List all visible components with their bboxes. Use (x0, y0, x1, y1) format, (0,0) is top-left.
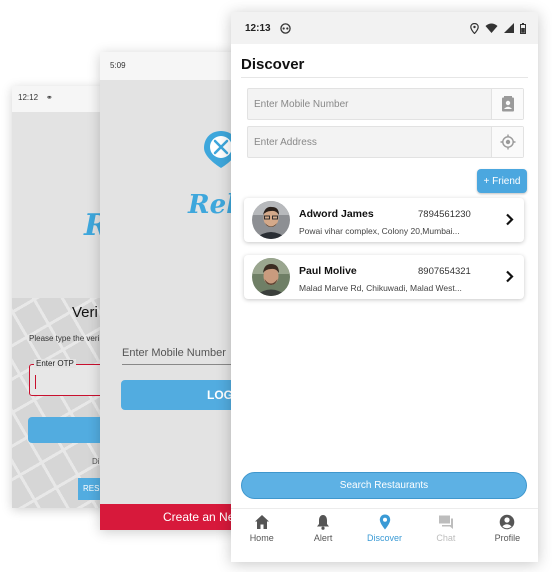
app-status-icon: ⚭ (46, 93, 53, 102)
verify-subtitle: Please type the veri (29, 334, 100, 343)
contact-address: Malad Marve Rd, Chikuwadi, Malad West... (299, 283, 462, 293)
mobile-number-input[interactable] (248, 89, 484, 119)
contact-name: Paul Molive (299, 265, 357, 277)
status-time: 12:12 (18, 93, 39, 102)
wifi-icon (485, 23, 498, 33)
add-friend-button[interactable]: + Friend (477, 169, 527, 193)
nav-item-alert[interactable]: Alert (292, 509, 353, 552)
chat-icon (438, 515, 453, 529)
profile-icon (500, 514, 515, 530)
status-bar: 12:13 (231, 12, 538, 44)
text-caret (35, 375, 36, 389)
status-bar: 5:09 (100, 52, 240, 80)
avatar (252, 258, 290, 296)
gps-target-icon (500, 134, 515, 150)
contact-book-icon (501, 96, 514, 112)
divider (241, 77, 528, 78)
avatar (252, 201, 290, 239)
contact-card[interactable]: Paul Molive 8907654321 Malad Marve Rd, C… (244, 255, 524, 299)
search-restaurants-button[interactable]: Search Restaurants (241, 472, 527, 499)
locate-me-button[interactable] (491, 127, 523, 157)
mobile-number-input[interactable]: Enter Mobile Number (122, 347, 240, 365)
nav-label: Home (249, 533, 274, 543)
chevron-right-icon[interactable] (505, 270, 514, 283)
app-showcase: 12:12 ⚭ Re Veri Please type the veri Ent… (0, 0, 552, 572)
chevron-right-icon[interactable] (505, 213, 514, 226)
contact-phone: 8907654321 (418, 266, 471, 277)
app-logo: Rel (188, 190, 237, 220)
resend-prompt: Di (92, 457, 100, 466)
location-status-icon (470, 22, 479, 34)
contact-card[interactable]: Adword James 7894561230 Powai vihar comp… (244, 198, 524, 242)
mobile-number-field[interactable] (247, 88, 524, 120)
nav-label: Alert (313, 533, 333, 543)
nav-label: Chat (436, 533, 456, 543)
battery-icon (520, 22, 526, 34)
discover-screen: 12:13 Discover Enter Mobile Number Enter… (231, 12, 538, 562)
page-title: Discover (241, 56, 305, 73)
verify-title: Veri (72, 304, 98, 321)
app-status-icon (279, 22, 291, 34)
home-icon (254, 515, 269, 529)
contact-phone: 7894561230 (418, 209, 471, 220)
otp-label: Enter OTP (34, 359, 76, 368)
nav-label: Discover (367, 533, 403, 543)
status-time: 12:13 (245, 22, 271, 34)
contact-address: Powai vihar complex, Colony 20,Mumbai... (299, 226, 460, 236)
status-time: 5:09 (110, 61, 126, 70)
bottom-navigation: Home Alert Discover Chat Profile (231, 508, 538, 552)
bell-icon (317, 515, 330, 530)
contact-name: Adword James (299, 208, 374, 220)
location-pin-icon (379, 514, 390, 530)
create-account-button[interactable]: Create an Ne (100, 504, 240, 530)
login-screen: 5:09 Rel Enter Mobile Number LOG Create … (100, 52, 240, 530)
nav-item-chat[interactable]: Chat (415, 509, 476, 552)
contacts-button[interactable] (491, 89, 523, 119)
nav-label: Profile (494, 533, 521, 543)
nav-item-profile[interactable]: Profile (477, 509, 538, 552)
nav-item-home[interactable]: Home (231, 509, 292, 552)
address-field[interactable] (247, 126, 524, 158)
signal-icon (504, 23, 514, 33)
login-button[interactable]: LOG (121, 380, 240, 410)
address-input[interactable] (248, 127, 484, 157)
nav-item-discover[interactable]: Discover (354, 509, 415, 552)
